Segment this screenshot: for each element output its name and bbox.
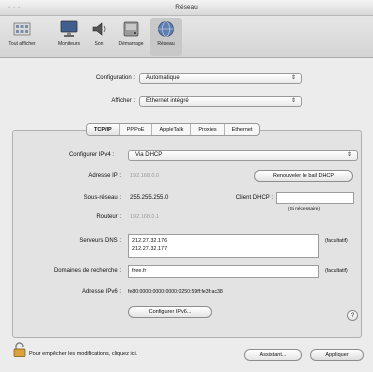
router-value: 192.168.0.1 <box>130 214 160 220</box>
toolbar-network[interactable]: Réseau <box>150 18 182 56</box>
toolbar: Tout afficher Moniteurs Son Démarrage Ré… <box>0 16 373 58</box>
afficher-label: Afficher : <box>111 98 135 104</box>
display-icon <box>59 20 79 38</box>
toolbar-displays-label: Moniteurs <box>58 41 80 47</box>
configuration-label: Configuration : <box>95 75 135 81</box>
renew-dhcp-lease-button[interactable]: Renouveler le bail DHCP <box>254 170 353 182</box>
toolbar-startup-disk-label: Démarrage <box>118 41 144 47</box>
afficher-value: Ethernet intégré <box>146 98 189 104</box>
toolbar-sound-label: Son <box>94 41 104 47</box>
network-icon <box>156 20 176 38</box>
ipv6-address-value: fe80:0000:0000:0000:0250:59ff:fe3f:ac38 <box>128 289 223 295</box>
search-domains-label: Domaines de recherche : <box>53 268 121 274</box>
ip-address-value: 192.168.0.0 <box>130 173 160 179</box>
configurer-ipv4-value: Via DHCP <box>135 152 163 158</box>
show-all-icon <box>12 20 32 38</box>
lock-icon[interactable] <box>13 342 26 359</box>
apply-button[interactable]: Appliquer <box>310 349 364 361</box>
toolbar-startup-disk[interactable]: Démarrage <box>112 20 150 47</box>
dns-servers-field[interactable]: 212.27.32.176 212.27.32.177 <box>128 234 319 258</box>
search-domains-optional-label: (facultatif) <box>325 268 348 274</box>
sound-icon <box>89 20 109 38</box>
startup-disk-icon <box>121 20 141 38</box>
configuration-value: Automatique <box>146 75 180 81</box>
window-title: Réseau <box>175 4 198 11</box>
dhcp-client-hint: (Si nécessaire) <box>288 207 320 212</box>
router-label: Routeur : <box>96 214 121 220</box>
dns-optional-label: (facultatif) <box>325 238 348 244</box>
configurer-ipv4-label: Configurer IPv4 : <box>68 152 114 158</box>
network-preferences-window: ◦ ◦ ◦ Réseau Tout afficher Moniteurs Son… <box>0 0 373 372</box>
configuration-popup[interactable]: Automatique ⇕ <box>139 73 302 84</box>
tab-ethernet[interactable]: Ethernet <box>225 124 260 135</box>
dhcp-client-id-field[interactable] <box>276 192 354 204</box>
title-bar: ◦ ◦ ◦ Réseau <box>0 0 373 16</box>
dhcp-client-label: Client DHCP : <box>235 195 273 201</box>
configurer-ipv4-popup[interactable]: Via DHCP ⇕ <box>128 150 358 161</box>
subnet-value: 255.255.255.0 <box>130 195 169 201</box>
toolbar-show-all[interactable]: Tout afficher <box>4 20 40 47</box>
help-button[interactable]: ? <box>347 310 358 321</box>
dns-server-2: 212.27.32.177 <box>132 246 168 252</box>
tab-appletalk[interactable]: AppleTalk <box>152 124 192 135</box>
tab-tcpip[interactable]: TCP/IP <box>87 124 120 135</box>
dns-server-1: 212.27.32.176 <box>132 238 168 244</box>
popup-arrows-icon: ⇕ <box>290 75 296 81</box>
popup-arrows-icon: ⇕ <box>346 152 352 158</box>
assistant-button[interactable]: Assistant... <box>244 349 302 361</box>
lock-message[interactable]: Pour empêcher les modifications, cliquez… <box>29 351 137 357</box>
configure-ipv6-button[interactable]: Configurer IPv6... <box>128 306 212 318</box>
afficher-popup[interactable]: Ethernet intégré ⇕ <box>139 96 302 107</box>
toolbar-network-label: Réseau <box>157 41 175 47</box>
search-domains-field[interactable]: free.fr <box>128 265 319 278</box>
ip-address-label: Adresse IP : <box>88 173 121 179</box>
tab-pppoe[interactable]: PPPoE <box>120 124 153 135</box>
ipv6-address-label: Adresse IPv6 : <box>81 289 121 295</box>
tab-bar: TCP/IP PPPoE AppleTalk Proxies Ethernet <box>86 123 261 136</box>
toolbar-show-all-label: Tout afficher <box>8 41 36 47</box>
tab-proxies[interactable]: Proxies <box>191 124 225 135</box>
toolbar-displays[interactable]: Moniteurs <box>52 20 86 47</box>
dns-servers-label: Serveurs DNS : <box>79 238 121 244</box>
toolbar-sound[interactable]: Son <box>86 20 112 47</box>
subnet-label: Sous-réseau : <box>83 195 121 201</box>
popup-arrows-icon: ⇕ <box>290 98 296 104</box>
